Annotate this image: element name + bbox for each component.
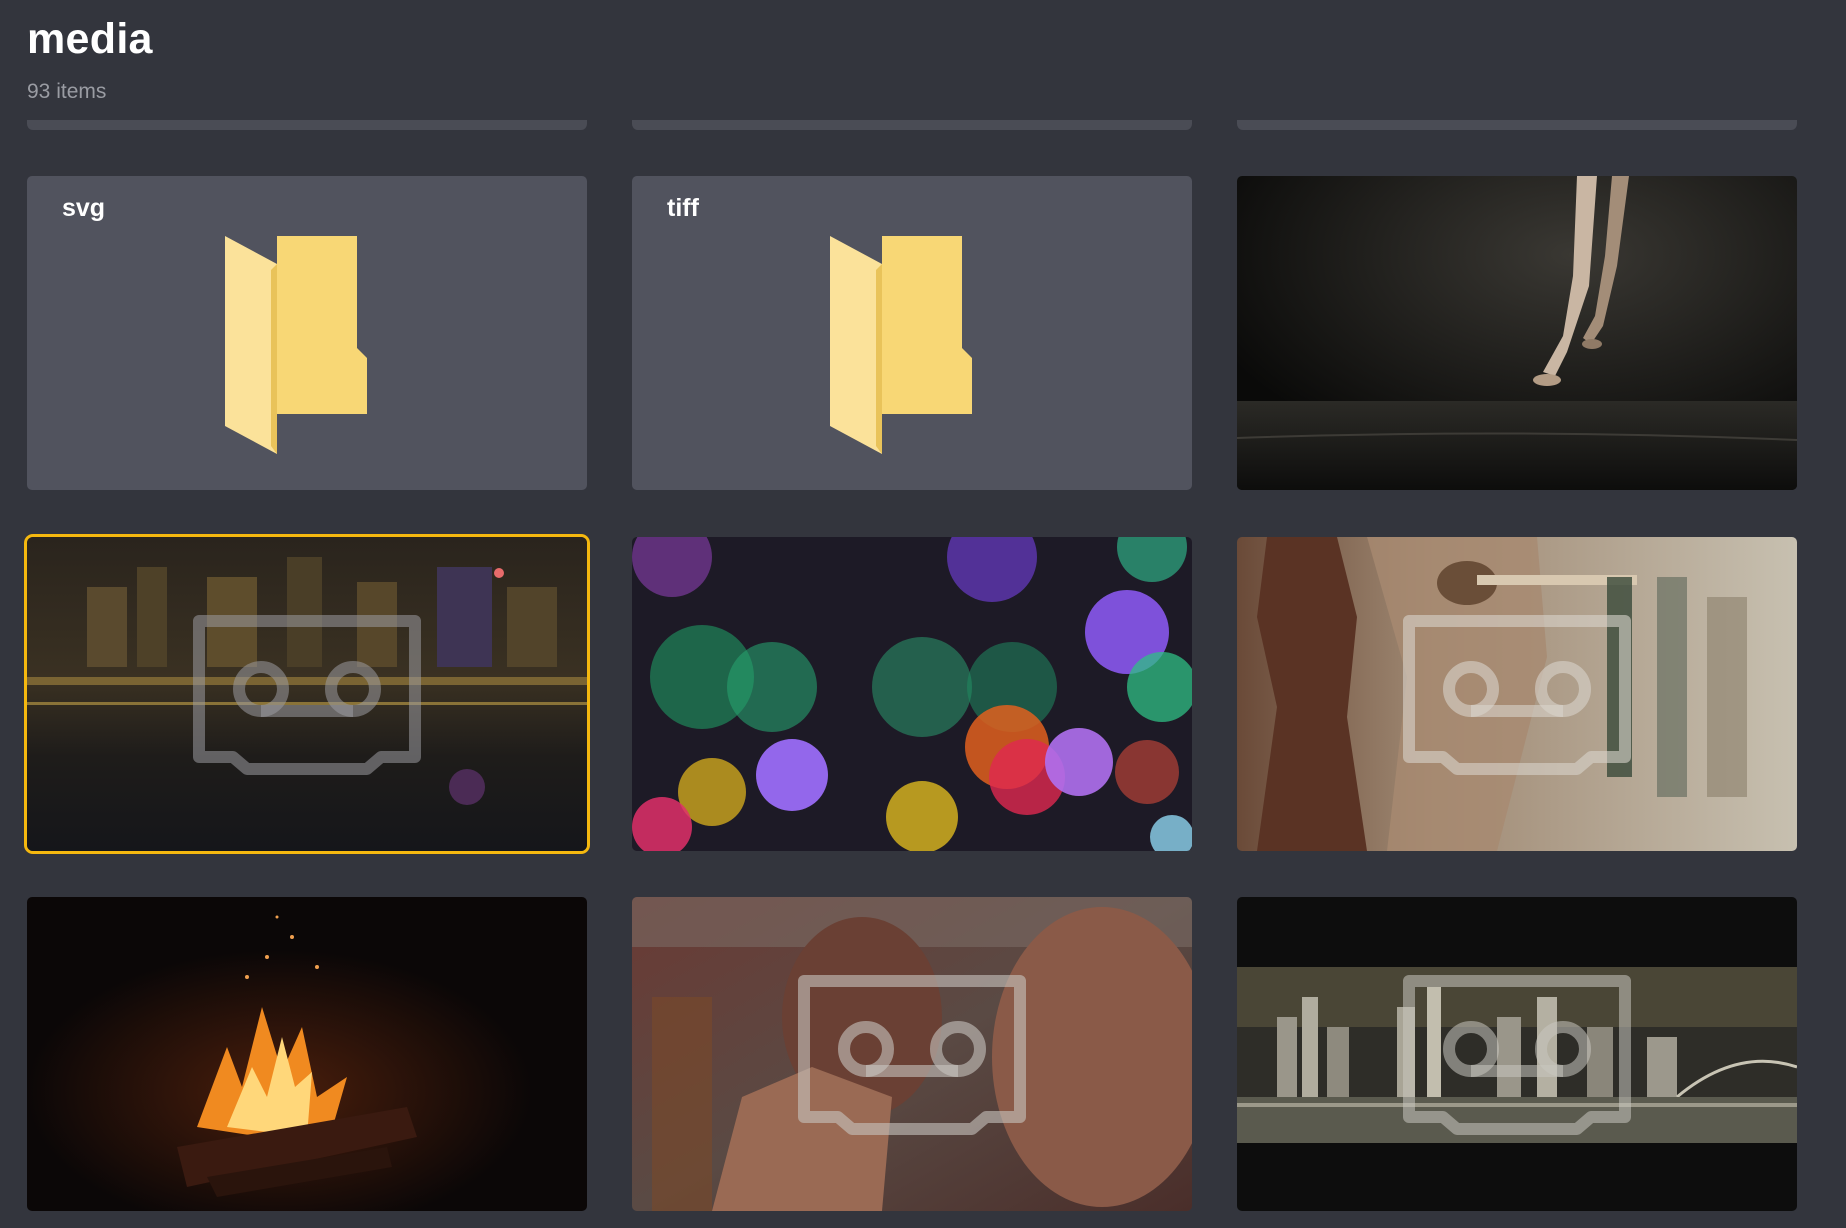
cassette-icon [1403, 975, 1631, 1135]
media-tile-bokeh[interactable] [632, 537, 1192, 851]
cassette-icon [1403, 615, 1631, 775]
media-tile-city-night[interactable] [27, 537, 587, 851]
item-count: 93 items [27, 80, 107, 103]
media-tile-campfire[interactable] [27, 897, 587, 1211]
previous-tile-edge[interactable] [632, 120, 1192, 130]
video-thumbnail [632, 537, 1192, 851]
page-header: media 93 items [27, 14, 153, 104]
video-thumbnail [27, 897, 587, 1211]
folder-icon [830, 236, 972, 454]
folder-tile-svg[interactable]: svg [27, 176, 587, 490]
media-tile-ballet[interactable] [1237, 176, 1797, 490]
folder-label: tiff [667, 194, 699, 222]
cassette-icon [798, 975, 1026, 1135]
page-title: media [27, 15, 153, 63]
folder-label: svg [62, 194, 106, 222]
previous-tile-edge[interactable] [27, 120, 587, 130]
media-tile-skyline[interactable] [1237, 897, 1797, 1211]
previous-row-tiles [27, 120, 1797, 131]
video-thumbnail [1237, 176, 1797, 490]
folder-tile-tiff[interactable]: tiff [632, 176, 1192, 490]
folder-icon [225, 236, 367, 454]
media-tile-musicians[interactable] [1237, 537, 1797, 851]
cassette-icon [193, 615, 421, 775]
media-tile-man-face[interactable] [632, 897, 1192, 1211]
previous-tile-edge[interactable] [1237, 120, 1797, 130]
